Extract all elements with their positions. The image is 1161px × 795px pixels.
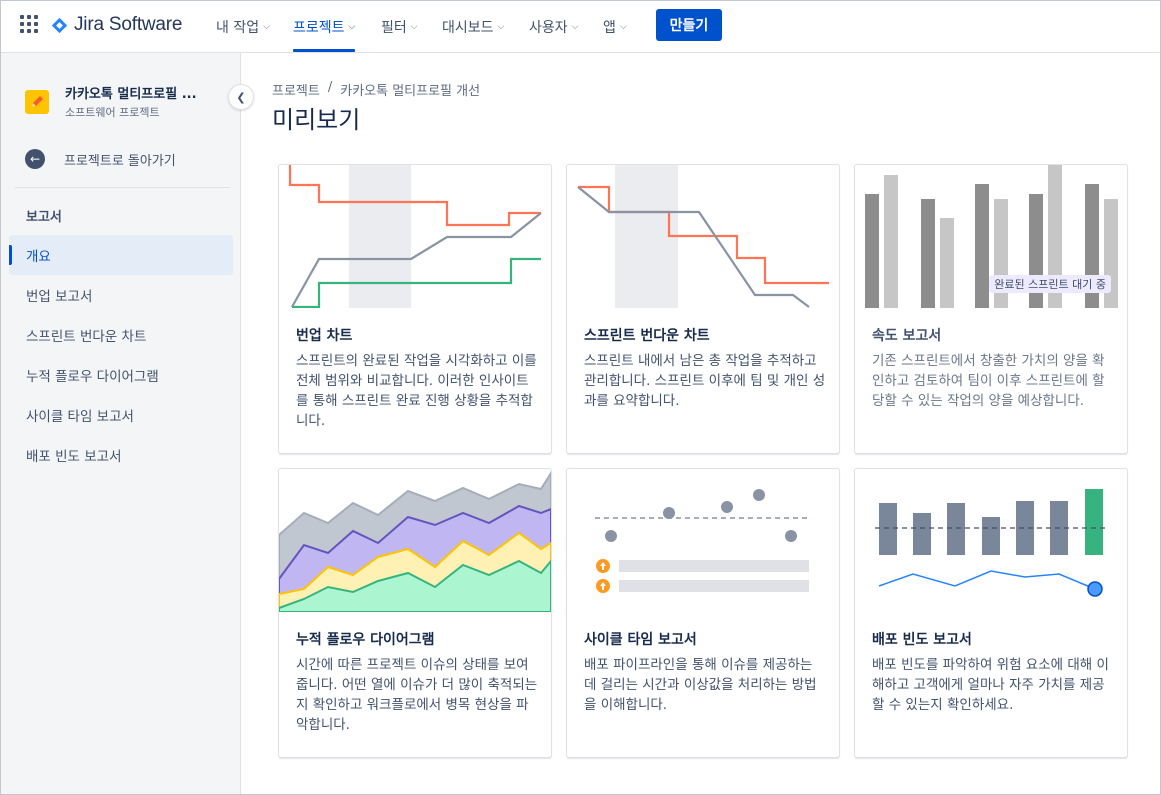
report-card-cumulative-flow[interactable]: 누적 플로우 다이어그램 시간에 따른 프로젝트 이슈의 상태를 보여줍니다. … bbox=[278, 468, 552, 758]
nav-filters[interactable]: 필터 ⌵ bbox=[381, 1, 418, 52]
burndown-chart-illustration bbox=[567, 165, 839, 308]
project-type: 소프트웨어 프로젝트 bbox=[65, 106, 160, 119]
chevron-down-icon: ⌵ bbox=[263, 21, 270, 32]
breadcrumb: 프로젝트 / 카카오톡 멀티프로필 개선 bbox=[272, 80, 480, 99]
card-title: 속도 보고서 bbox=[872, 328, 942, 344]
nav-projects[interactable]: 프로젝트 ⌵ bbox=[293, 1, 356, 52]
sidebar-item-overview[interactable]: 개요 bbox=[9, 235, 233, 275]
chevron-down-icon: ⌵ bbox=[410, 21, 418, 32]
nav-my-work[interactable]: 내 작업 ⌵ bbox=[216, 1, 270, 52]
jira-logo[interactable]: Jira Software bbox=[51, 13, 182, 37]
report-card-velocity[interactable]: 완료된 스프린트 대기 중 속도 보고서 기존 스프린트에서 창출한 가치의 양… bbox=[854, 164, 1128, 454]
jira-diamond-icon bbox=[51, 17, 68, 33]
chevron-down-icon: ⌵ bbox=[348, 21, 356, 32]
card-title: 스프린트 번다운 차트 bbox=[584, 328, 710, 344]
nav-item-label: 대시보드 bbox=[442, 19, 494, 36]
card-description: 스프린트의 완료된 작업을 시각화하고 이를 전체 범위와 비교합니다. 이러한… bbox=[296, 353, 537, 429]
sidebar-item-sprint-burndown[interactable]: 스프린트 번다운 차트 bbox=[9, 315, 233, 355]
nav-item-label: 내 작업 bbox=[216, 19, 260, 36]
status-badge: 완료된 스프린트 대기 중 bbox=[989, 275, 1111, 293]
nav-people[interactable]: 사용자 ⌵ bbox=[529, 1, 578, 52]
chevron-down-icon: ⌵ bbox=[497, 21, 505, 32]
card-description: 기존 스프린트에서 창출한 가치의 양을 확인하고 검토하여 팀이 이후 스프린… bbox=[872, 353, 1105, 409]
report-card-sprint-burndown[interactable]: 스프린트 번다운 차트 스프린트 내에서 남은 총 작업을 추적하고 관리합니다… bbox=[566, 164, 840, 454]
card-title: 번업 차트 bbox=[296, 328, 353, 344]
nav-apps[interactable]: 앱 ⌵ bbox=[603, 1, 627, 52]
chevron-down-icon: ⌵ bbox=[571, 21, 579, 32]
sidebar-item-burnup-report[interactable]: 번업 보고서 bbox=[9, 275, 233, 315]
arrow-left-icon: ← bbox=[25, 149, 45, 169]
chevron-down-icon: ⌵ bbox=[619, 21, 627, 32]
breadcrumb-project[interactable]: 카카오톡 멀티프로필 개선 bbox=[340, 80, 480, 99]
collapse-sidebar-chevron-left-icon[interactable]: ❮ bbox=[228, 84, 254, 110]
card-title: 사이클 타임 보고서 bbox=[584, 632, 697, 648]
sidebar-item-cycle-time[interactable]: 사이클 타임 보고서 bbox=[9, 395, 233, 435]
report-card-deployment-frequency[interactable]: 배포 빈도 보고서 배포 빈도를 파악하여 위험 요소에 대해 이해하고 고객에… bbox=[854, 468, 1128, 758]
velocity-chart-illustration: 완료된 스프린트 대기 중 bbox=[855, 165, 1127, 308]
card-description: 배포 파이프라인을 통해 이슈를 제공하는 데 걸리는 시간과 이상값을 처리하… bbox=[584, 657, 817, 713]
back-to-projects-link[interactable]: ← 프로젝트로 돌아가기 bbox=[25, 148, 176, 170]
card-description: 시간에 따른 프로젝트 이슈의 상태를 보여줍니다. 어떤 열에 이슈가 더 많… bbox=[296, 657, 538, 733]
app-switcher-grid-icon[interactable] bbox=[20, 15, 38, 33]
breadcrumb-separator: / bbox=[327, 80, 333, 95]
deployment-frequency-illustration bbox=[855, 469, 1127, 612]
cumulative-flow-illustration bbox=[279, 469, 551, 612]
nav-item-label: 프로젝트 bbox=[293, 19, 345, 36]
sidebar-divider bbox=[15, 187, 230, 188]
project-avatar bbox=[25, 90, 49, 114]
sidebar-item-deployment-frequency[interactable]: 배포 빈도 보고서 bbox=[9, 435, 233, 475]
card-description: 스프린트 내에서 남은 총 작업을 추적하고 관리합니다. 스프린트 이후에 팀… bbox=[584, 353, 826, 409]
app-window: Jira Software 내 작업 ⌵ 프로젝트 ⌵ 필터 ⌵ 대시보드 ⌵ 사용자 ⌵… bbox=[0, 0, 1161, 795]
nav-item-label: 필터 bbox=[381, 19, 407, 36]
top-navigation: Jira Software 내 작업 ⌵ 프로젝트 ⌵ 필터 ⌵ 대시보드 ⌵ 사용자 ⌵… bbox=[1, 1, 1160, 53]
project-name[interactable]: 카카오톡 멀티프로필 ... bbox=[65, 83, 197, 102]
burnup-chart-illustration bbox=[279, 165, 551, 308]
card-title: 누적 플로우 다이어그램 bbox=[296, 632, 435, 648]
nav-item-label: 사용자 bbox=[529, 19, 568, 36]
report-card-burnup[interactable]: 번업 차트 스프린트의 완료된 작업을 시각화하고 이를 전체 범위와 비교합니… bbox=[278, 164, 552, 454]
cycle-time-illustration bbox=[567, 469, 839, 612]
back-link-label: 프로젝트로 돌아가기 bbox=[64, 153, 176, 169]
create-button[interactable]: 만들기 bbox=[656, 9, 722, 41]
card-title: 배포 빈도 보고서 bbox=[872, 632, 972, 648]
page-title: 미리보기 bbox=[272, 106, 361, 134]
pencil-icon bbox=[32, 96, 43, 107]
nav-item-label: 앱 bbox=[603, 19, 616, 36]
breadcrumb-projects[interactable]: 프로젝트 bbox=[272, 80, 320, 99]
project-sidebar: 카카오톡 멀티프로필 ... 소프트웨어 프로젝트 ❮ ← 프로젝트로 돌아가기… bbox=[1, 53, 254, 794]
card-description: 배포 빈도를 파악하여 위험 요소에 대해 이해하고 고객에게 얼마나 자주 가… bbox=[872, 657, 1109, 713]
sidebar-item-cumulative-flow[interactable]: 누적 플로우 다이어그램 bbox=[9, 355, 233, 395]
nav-dashboards[interactable]: 대시보드 ⌵ bbox=[442, 1, 504, 52]
product-name: Jira Software bbox=[74, 14, 183, 35]
sidebar-section-heading: 보고서 bbox=[26, 210, 62, 225]
report-card-cycle-time[interactable]: 사이클 타임 보고서 배포 파이프라인을 통해 이슈를 제공하는 데 걸리는 시… bbox=[566, 468, 840, 758]
